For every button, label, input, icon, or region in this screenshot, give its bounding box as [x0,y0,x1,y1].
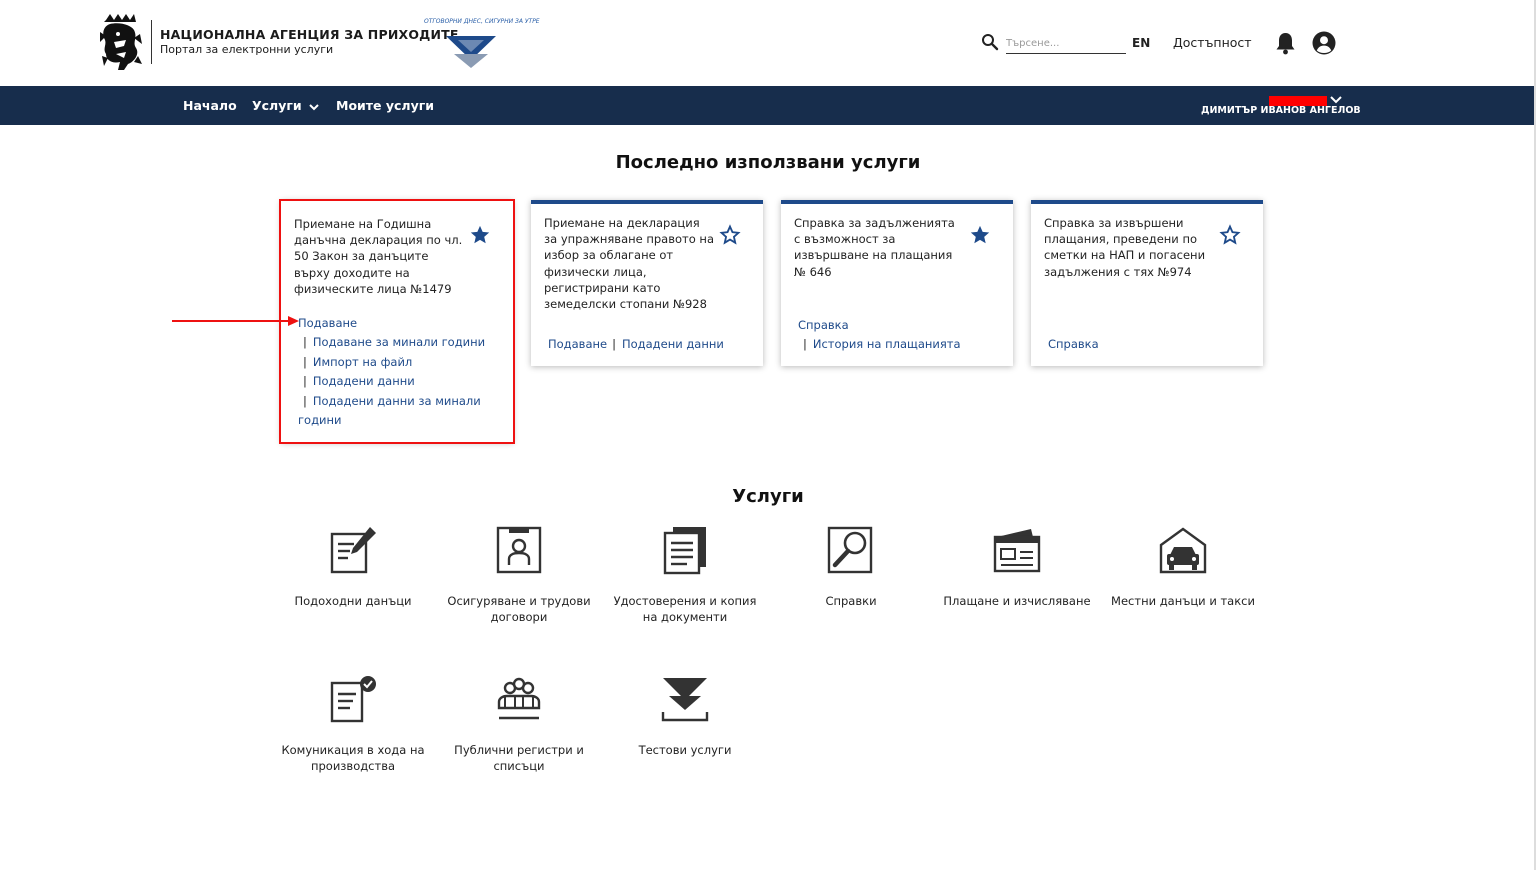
bell-icon[interactable] [1275,31,1296,55]
redaction-mark [1269,96,1327,106]
nav-item-my-services-label: Моите услуги [336,98,435,113]
service-payment[interactable]: Плащане и изчисляване [937,525,1097,610]
recent-service-card: Справка за извършени плащания, преведени… [1031,200,1263,366]
card-link-report[interactable]: Справка [1048,337,1099,351]
service-local-taxes[interactable]: Местни данъци и такси [1103,525,1263,610]
service-label: Комуникация в хода на производства [281,743,425,773]
site-header: НАЦИОНАЛНА АГЕНЦИЯ ЗА ПРИХОДИТЕ Портал з… [0,0,1536,86]
nav-item-home-label: Начало [183,98,237,113]
nav-item-my-services[interactable]: Моите услуги [336,98,434,113]
recent-services-title: Последно използвани услуги [615,152,921,173]
card-link-submitted-data[interactable]: Подадени данни [622,337,724,351]
service-label: Публични регистри и списъци [454,743,584,773]
service-label: Осигуряване и трудови договори [447,594,591,624]
service-label: Тестови услуги [638,743,732,757]
card-link-payment-history[interactable]: История на плащанията [813,337,961,351]
portal-name[interactable]: Портал за електронни услуги [160,43,333,56]
star-outline-icon[interactable] [1219,224,1241,246]
card-links: Справка [1044,335,1254,354]
user-menu-chevron-down-icon[interactable] [1330,95,1342,105]
brand-divider [151,20,152,64]
service-registers[interactable]: Публични регистри и списъци [439,674,599,774]
service-insurance[interactable]: Осигуряване и трудови договори [439,525,599,625]
reports-icon [827,526,873,574]
service-label: Справки [825,594,877,608]
card-title[interactable]: Приемане на декларация за упражняване пр… [544,215,714,312]
service-label: Удостоверения и копия на документи [613,594,757,624]
registers-icon [497,677,541,720]
service-certificates[interactable]: Удостоверения и копия на документи [605,525,765,625]
card-title[interactable]: Справка за извършени плащания, преведени… [1044,215,1214,280]
insurance-icon [496,526,542,574]
service-label: Подоходни данъци [294,594,412,608]
test-services-icon [661,678,709,722]
income-tax-icon [330,527,376,574]
services-title: Услуги [732,486,804,507]
search-icon[interactable] [981,33,999,51]
service-reports[interactable]: Справки [771,525,931,610]
link-separator: | [612,337,616,351]
nap-slogan: ОТГОВОРНИ ДНЕС, СИГУРНИ ЗА УТРЕ [424,18,540,25]
recent-service-card: Приемане на декларация за упражняване пр… [531,200,763,366]
highlight-box [279,199,515,444]
coat-of-arms-icon[interactable] [96,12,146,72]
search-input[interactable] [1006,33,1126,54]
chevron-down-icon [309,103,319,110]
accessibility-link[interactable]: Достъпност [1173,35,1252,50]
recent-service-card: Справка за задълженията с възможност за … [781,200,1013,366]
star-filled-icon[interactable] [969,224,991,246]
nav-item-services-label: Услуги [252,98,302,113]
card-link-submit[interactable]: Подаване [548,337,607,351]
link-separator: | [803,337,807,352]
nav-item-services[interactable]: Услуги [252,98,319,113]
service-test[interactable]: Тестови услуги [605,674,765,759]
local-taxes-icon [1159,527,1207,574]
nav-item-home[interactable]: Начало [183,98,237,113]
star-outline-icon[interactable] [719,224,741,246]
service-income-tax[interactable]: Подоходни данъци [273,525,433,610]
user-account-icon[interactable] [1312,31,1336,55]
payment-icon [993,529,1041,573]
card-links: Справка | История на плащанията [794,316,1004,355]
arrow-annotation-icon [172,316,299,326]
language-switch-link[interactable]: EN [1132,36,1150,50]
service-communication[interactable]: Комуникация в хода на производства [273,674,433,774]
agency-name[interactable]: НАЦИОНАЛНА АГЕНЦИЯ ЗА ПРИХОДИТЕ [160,27,459,42]
user-name[interactable]: ДИМИТЪР ИВАНОВ АНГЕЛОВ [1201,105,1361,116]
card-title[interactable]: Справка за задълженията с възможност за … [794,215,964,280]
certificates-icon [663,527,706,575]
service-label: Плащане и изчисляване [943,594,1091,608]
service-label: Местни данъци и такси [1111,594,1255,608]
card-links: Подаване | Подадени данни [544,335,754,354]
card-link-report[interactable]: Справка [798,318,849,332]
communication-icon [330,676,376,723]
